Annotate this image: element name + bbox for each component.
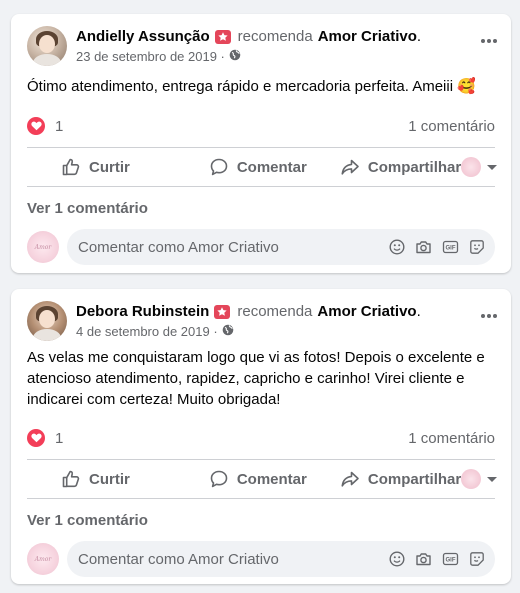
- comment-input[interactable]: Comentar como Amor Criativo GIF: [67, 229, 495, 265]
- share-button[interactable]: Compartilhar: [340, 460, 461, 498]
- comment-count[interactable]: 1 comentário: [408, 430, 495, 447]
- heart-reaction-icon: [27, 429, 45, 447]
- recommend-verb: recomenda: [237, 28, 313, 45]
- sticker-icon[interactable]: [469, 551, 485, 567]
- share-icon: [341, 471, 359, 487]
- share-label: Compartilhar: [367, 158, 462, 176]
- view-comments-link[interactable]: Ver 1 comentário: [27, 512, 148, 529]
- page-name[interactable]: Amor Criativo: [318, 27, 417, 47]
- comment-placeholder: Comentar como Amor Criativo: [78, 238, 279, 256]
- post-text: As velas me conquistaram logo que vi as …: [27, 349, 485, 408]
- like-label: Curtir: [89, 470, 130, 488]
- action-bar: Curtir Comentar Compartilhar: [27, 460, 498, 498]
- comment-composer: Amor Comentar como Amor Criativo GIF: [27, 228, 495, 266]
- action-bar: Curtir Comentar Compartilhar: [27, 148, 498, 186]
- page-name[interactable]: Amor Criativo: [317, 302, 416, 322]
- page-logo-avatar[interactable]: Amor: [27, 543, 59, 575]
- identity-switcher[interactable]: [461, 460, 498, 498]
- author-name[interactable]: Debora Rubinstein: [76, 302, 209, 322]
- recommend-badge-icon: [214, 30, 231, 44]
- heart-reaction-icon: [27, 117, 45, 135]
- comment-button[interactable]: Comentar: [209, 148, 307, 186]
- post-date[interactable]: 23 de setembro de 2019 ·: [76, 48, 225, 66]
- like-icon: [62, 158, 80, 176]
- like-icon: [62, 470, 80, 488]
- post-stats: 1 1 comentário: [27, 115, 495, 137]
- camera-icon[interactable]: [415, 239, 432, 255]
- comment-label: Comentar: [236, 470, 307, 488]
- author-avatar[interactable]: [27, 26, 67, 66]
- like-label: Curtir: [89, 158, 130, 176]
- share-icon: [341, 159, 359, 175]
- comment-icon: [210, 470, 228, 488]
- post-header: Andielly Assunção recomenda Amor Criativ…: [27, 26, 421, 66]
- page-avatar: [461, 157, 482, 177]
- chevron-down-icon: [487, 476, 498, 482]
- comment-icon: [210, 158, 228, 176]
- page-logo-avatar[interactable]: Amor: [27, 231, 59, 263]
- identity-switcher[interactable]: [461, 148, 498, 186]
- author-name[interactable]: Andielly Assunção: [76, 27, 210, 47]
- comment-placeholder: Comentar como Amor Criativo: [78, 550, 279, 568]
- page-avatar: [461, 469, 482, 489]
- emoji-icon[interactable]: [389, 239, 405, 255]
- post-header: Debora Rubinstein recomenda Amor Criativ…: [27, 301, 421, 341]
- post-card: Andielly Assunção recomenda Amor Criativ…: [11, 14, 511, 273]
- globe-icon: [229, 48, 241, 66]
- more-options-icon[interactable]: [481, 34, 497, 48]
- comment-composer: Amor Comentar como Amor Criativo GIF: [27, 540, 495, 578]
- reaction-summary[interactable]: 1: [27, 429, 63, 447]
- post-text: Ótimo atendimento, entrega rápido e merc…: [27, 78, 476, 95]
- sticker-icon[interactable]: [469, 239, 485, 255]
- reaction-count: 1: [55, 117, 64, 135]
- view-comments-link[interactable]: Ver 1 comentário: [27, 200, 148, 217]
- divider: [27, 498, 495, 499]
- more-options-icon[interactable]: [481, 309, 497, 323]
- camera-icon[interactable]: [415, 551, 432, 567]
- comment-button[interactable]: Comentar: [209, 460, 307, 498]
- like-button[interactable]: Curtir: [61, 148, 130, 186]
- reaction-summary[interactable]: 1: [27, 117, 63, 135]
- chevron-down-icon: [487, 164, 498, 170]
- recommend-badge-icon: [214, 305, 231, 319]
- globe-icon: [222, 323, 234, 341]
- divider: [27, 186, 495, 187]
- comment-count[interactable]: 1 comentário: [408, 118, 495, 135]
- author-avatar[interactable]: [27, 301, 67, 341]
- svg-text:GIF: GIF: [446, 558, 456, 564]
- gif-icon[interactable]: GIF: [442, 551, 459, 567]
- gif-icon[interactable]: GIF: [442, 239, 459, 255]
- svg-text:GIF: GIF: [446, 246, 456, 252]
- share-label: Compartilhar: [367, 470, 462, 488]
- recommend-verb: recomenda: [237, 303, 313, 320]
- post-stats: 1 1 comentário: [27, 427, 495, 449]
- comment-input[interactable]: Comentar como Amor Criativo GIF: [67, 541, 495, 577]
- share-button[interactable]: Compartilhar: [340, 148, 461, 186]
- comment-label: Comentar: [236, 158, 307, 176]
- post-card: Debora Rubinstein recomenda Amor Criativ…: [11, 289, 511, 584]
- reaction-count: 1: [55, 429, 64, 447]
- like-button[interactable]: Curtir: [61, 460, 130, 498]
- emoji-icon[interactable]: [389, 551, 405, 567]
- post-date[interactable]: 4 de setembro de 2019 ·: [76, 323, 218, 341]
